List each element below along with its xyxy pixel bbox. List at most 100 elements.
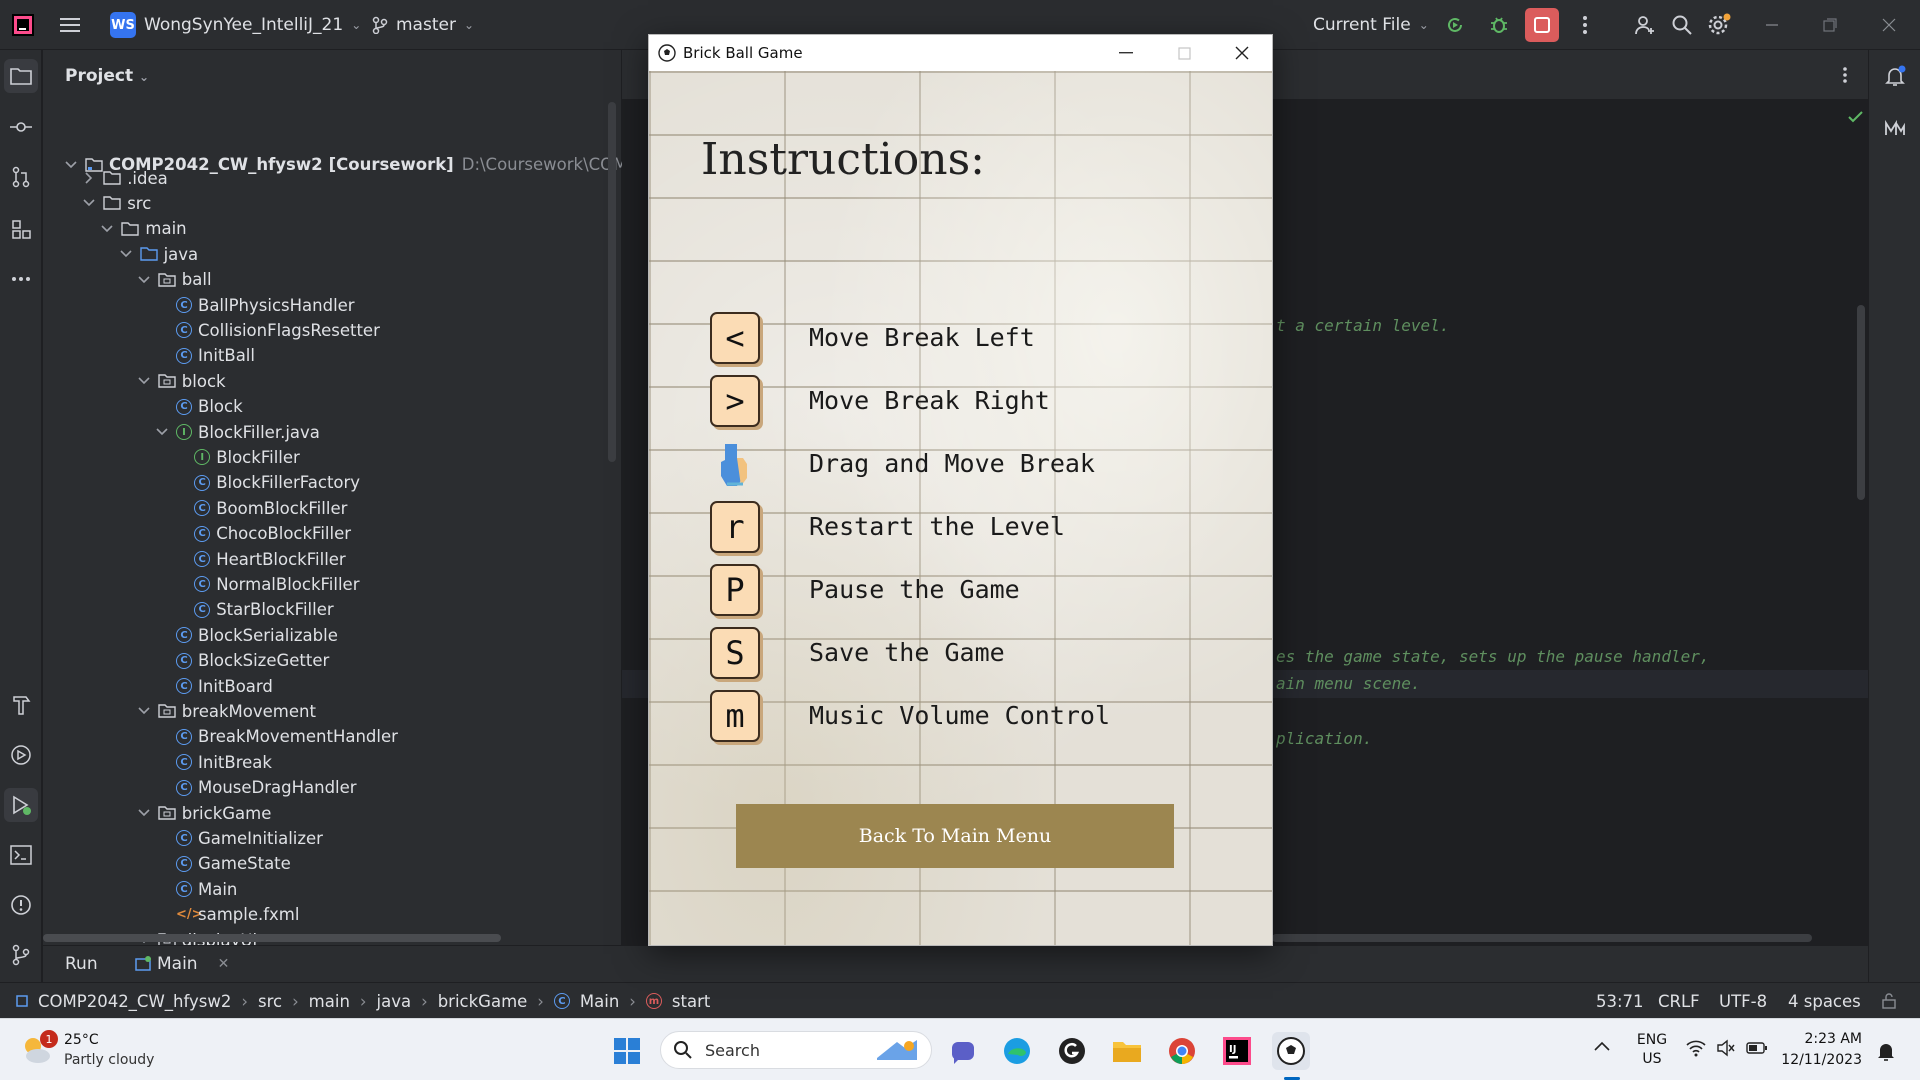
- breadcrumb-item[interactable]: java: [377, 992, 412, 1011]
- tree-item[interactable]: ball: [136, 267, 212, 292]
- chevron-up-icon[interactable]: [1594, 1041, 1610, 1051]
- tree-item[interactable]: C BoomBlockFiller: [172, 496, 347, 521]
- teams-chat-icon[interactable]: [944, 1032, 982, 1070]
- editor-horizontal-scrollbar[interactable]: [1272, 934, 1812, 942]
- tree-scrollbar[interactable]: [608, 102, 616, 462]
- tree-item[interactable]: C CollisionFlagsResetter: [154, 318, 380, 343]
- project-tool-icon[interactable]: [4, 59, 38, 93]
- file-encoding[interactable]: UTF-8: [1719, 983, 1767, 1019]
- system-tray[interactable]: [1686, 1039, 1768, 1057]
- close-window-icon[interactable]: [1872, 8, 1906, 42]
- github-desktop-icon[interactable]: [1053, 1032, 1091, 1070]
- tree-item[interactable]: C HeartBlockFiller: [172, 547, 346, 572]
- back-to-main-menu-button[interactable]: Back To Main Menu: [736, 804, 1174, 868]
- tree-item[interactable]: C BlockSizeGetter: [154, 648, 329, 673]
- game-window-titlebar[interactable]: Brick Ball Game: [649, 35, 1272, 71]
- run-tab-main[interactable]: Main ✕: [135, 954, 229, 974]
- tree-item[interactable]: main: [99, 216, 187, 241]
- tree-item[interactable]: C BlockFillerFactory: [172, 470, 360, 495]
- notification-bell-icon[interactable]: [1877, 1041, 1895, 1061]
- line-separator[interactable]: CRLF: [1658, 983, 1700, 1019]
- run-panel-title[interactable]: Run: [65, 954, 98, 974]
- intellij-logo-icon[interactable]: [12, 0, 34, 50]
- breadcrumb-item[interactable]: start: [672, 992, 710, 1011]
- game-maximize-icon[interactable]: [1170, 39, 1198, 67]
- project-panel-title[interactable]: Project ⌄: [65, 66, 149, 86]
- caret-position[interactable]: 53:71: [1596, 983, 1644, 1019]
- tree-item[interactable]: </> sample.fxml: [154, 902, 299, 927]
- tree-item[interactable]: C GameState: [154, 851, 291, 876]
- maven-icon[interactable]: [1878, 110, 1912, 144]
- tree-item[interactable]: block: [136, 369, 226, 394]
- tree-item[interactable]: breakMovement: [136, 699, 316, 724]
- close-tab-icon[interactable]: ✕: [218, 956, 230, 972]
- edge-browser-icon[interactable]: [998, 1032, 1036, 1070]
- restore-icon[interactable]: [1813, 8, 1847, 42]
- project-switcher[interactable]: WS WongSynYee_IntelliJ_21 ⌄: [110, 0, 361, 50]
- tree-item[interactable]: C MouseDragHandler: [154, 775, 357, 800]
- language-indicator[interactable]: ENG US: [1632, 1031, 1672, 1069]
- search-icon[interactable]: [1665, 8, 1699, 42]
- breadcrumb-item[interactable]: COMP2042_CW_hfysw2: [38, 992, 231, 1011]
- notifications-bell-icon[interactable]: [1878, 59, 1912, 93]
- lock-icon[interactable]: [1882, 983, 1896, 1019]
- tree-item[interactable]: C Main: [154, 877, 237, 902]
- branch-switcher[interactable]: master ⌄: [372, 0, 474, 50]
- tree-item[interactable]: C BallPhysicsHandler: [154, 293, 355, 318]
- problems-icon[interactable]: [4, 888, 38, 922]
- breadcrumb-item[interactable]: src: [258, 992, 282, 1011]
- editor-scrollbar[interactable]: [1857, 305, 1865, 500]
- build-hammer-icon[interactable]: [4, 688, 38, 722]
- tree-item[interactable]: C BlockSerializable: [154, 623, 338, 648]
- taskbar-search-box[interactable]: Search: [660, 1031, 932, 1069]
- tree-item[interactable]: java: [118, 242, 198, 267]
- brick-game-taskbar-icon[interactable]: [1272, 1032, 1310, 1070]
- tree-item[interactable]: C StarBlockFiller: [172, 597, 334, 622]
- chrome-browser-icon[interactable]: [1163, 1032, 1201, 1070]
- main-menu-icon[interactable]: [60, 0, 80, 50]
- git-icon[interactable]: [4, 938, 38, 972]
- add-user-icon[interactable]: [1628, 8, 1662, 42]
- settings-gear-icon[interactable]: [1702, 8, 1736, 42]
- inspection-check-icon[interactable]: [1848, 110, 1864, 124]
- tree-item[interactable]: C GameInitializer: [154, 826, 323, 851]
- tree-item[interactable]: C BreakMovementHandler: [154, 724, 398, 749]
- breadcrumb-item[interactable]: main: [309, 992, 350, 1011]
- run-config-selector[interactable]: Current File ⌄: [1313, 0, 1429, 50]
- tree-horizontal-scrollbar[interactable]: [43, 934, 501, 942]
- tree-item[interactable]: .idea: [81, 166, 168, 191]
- breadcrumb-item[interactable]: brickGame: [438, 992, 528, 1011]
- tree-item[interactable]: C NormalBlockFiller: [172, 572, 360, 597]
- debug-icon[interactable]: [1482, 8, 1516, 42]
- more-options-icon[interactable]: [1568, 8, 1602, 42]
- editor-more-icon[interactable]: [1828, 58, 1862, 92]
- weather-widget[interactable]: 1 25°C Partly cloudy: [18, 1029, 178, 1071]
- tree-item[interactable]: brickGame: [136, 801, 271, 826]
- clock[interactable]: 2:23 AM 12/11/2023: [1776, 1029, 1862, 1071]
- tree-item[interactable]: C InitBreak: [154, 750, 272, 775]
- breadcrumb-item[interactable]: Main: [580, 992, 619, 1011]
- tree-item[interactable]: C InitBall: [154, 343, 255, 368]
- minimize-icon[interactable]: [1755, 8, 1789, 42]
- intellij-taskbar-icon[interactable]: IJ: [1218, 1032, 1256, 1070]
- windows-start-icon[interactable]: [608, 1032, 646, 1070]
- tree-item[interactable]: C Block: [154, 394, 243, 419]
- more-tools-icon[interactable]: [4, 262, 38, 296]
- tree-item[interactable]: C ChocoBlockFiller: [172, 521, 351, 546]
- game-minimize-icon[interactable]: [1112, 39, 1140, 67]
- run-tool-icon[interactable]: [4, 788, 38, 822]
- stop-button[interactable]: [1525, 8, 1559, 42]
- tree-item[interactable]: C InitBoard: [154, 674, 273, 699]
- indent-setting[interactable]: 4 spaces: [1788, 983, 1861, 1019]
- structure-icon[interactable]: [4, 212, 38, 246]
- services-icon[interactable]: [4, 738, 38, 772]
- tree-item[interactable]: src: [81, 191, 151, 216]
- pull-requests-icon[interactable]: [4, 160, 38, 194]
- file-explorer-icon[interactable]: [1108, 1032, 1146, 1070]
- terminal-icon[interactable]: [4, 838, 38, 872]
- tree-item[interactable]: I BlockFiller: [172, 445, 300, 470]
- rerun-icon[interactable]: [1438, 8, 1472, 42]
- commit-icon[interactable]: [4, 110, 38, 144]
- tree-item[interactable]: I BlockFiller.java: [154, 420, 320, 445]
- game-close-icon[interactable]: [1228, 39, 1256, 67]
